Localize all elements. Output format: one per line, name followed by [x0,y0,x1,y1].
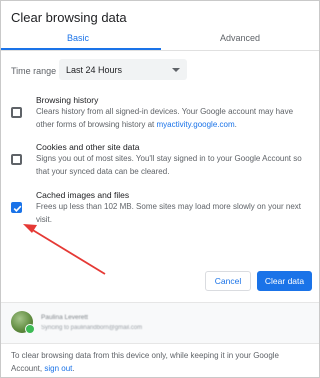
account-sync-status: Syncing to paulinaridborn@gmail.com [41,325,143,331]
sync-status-icon [25,324,35,334]
clear-data-button[interactable]: Clear data [257,271,312,291]
avatar [11,311,35,334]
account-name: Paulina Leverett [41,314,88,321]
account-row: Paulina Leverett Syncing to paulinaridbo… [1,303,319,343]
cancel-button[interactable]: Cancel [205,271,251,291]
clear-browsing-data-dialog: Clear browsing data Basic Advanced Time … [0,0,320,378]
footer-note: To clear browsing data from this device … [11,351,279,373]
sign-out-link[interactable]: sign out [44,364,72,373]
divider [1,343,319,344]
